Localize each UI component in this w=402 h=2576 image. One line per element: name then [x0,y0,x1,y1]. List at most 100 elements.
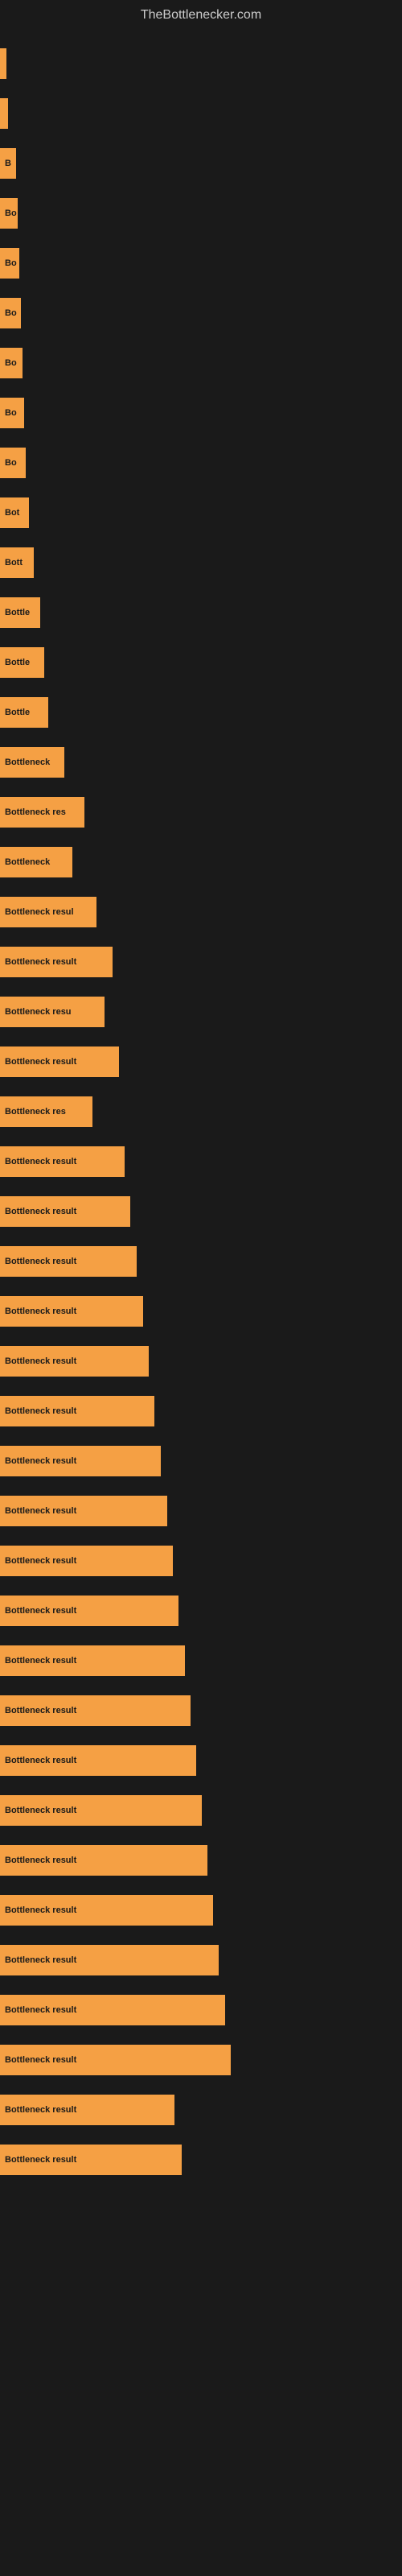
bar-label: Bo [5,308,17,318]
bar: Bottleneck result [0,1346,149,1377]
bar: Bottleneck resu [0,997,105,1027]
bar-label: Bottleneck result [5,2105,76,2115]
bar-row: Bottleneck [0,737,402,787]
bar: Bottleneck result [0,1146,125,1177]
bar-row: Bottleneck result [0,1187,402,1236]
bar-row: Bo [0,288,402,338]
bar-label: Bottleneck result [5,1656,76,1666]
bar-row: Bottleneck result [0,1137,402,1187]
bar [0,98,8,129]
bar: Bottleneck result [0,1046,119,1077]
bar-label: Bottleneck result [5,1856,76,1865]
bar: Bottleneck result [0,1995,225,2025]
bar-label: Bottleneck result [5,1806,76,1815]
bar-row: Bottleneck result [0,1736,402,1785]
bar: Bottleneck result [0,1695,191,1726]
bar: Bo [0,298,21,328]
bar: Bo [0,198,18,229]
bar-label: Bottleneck resu [5,1007,72,1017]
bar-label: Bottleneck result [5,1207,76,1216]
bar-label: Bot [5,508,19,518]
bar: Bottleneck result [0,1396,154,1426]
bar: Bottleneck [0,847,72,877]
bar-label: Bo [5,358,17,368]
header: TheBottlenecker.com [0,0,402,35]
bar-label: Bottleneck [5,758,50,767]
bar-label: Bottleneck result [5,1706,76,1715]
bar-row: Bottleneck result [0,1686,402,1736]
bar-label: Bottle [5,658,30,667]
bar-label: Bottleneck result [5,1556,76,1566]
bar-row: Bottleneck res [0,1087,402,1137]
bar-row: Bottleneck result [0,1286,402,1336]
bar-label: Bottleneck res [5,1107,66,1117]
bar-label: Bottleneck result [5,1955,76,1965]
bar: Bottleneck result [0,1296,143,1327]
bar-label: Bottleneck result [5,2055,76,2065]
bar: Bot [0,497,29,528]
site-title: TheBottlenecker.com [141,8,261,22]
bar: Bottleneck resul [0,897,96,927]
bar-row: Bottle [0,588,402,638]
bar-label: Bottleneck result [5,1606,76,1616]
bar-row: Bottleneck result [0,1935,402,1985]
bar-label: Bottleneck result [5,1307,76,1316]
bar-row: Bottleneck result [0,1835,402,1885]
bar-row: Bottleneck result [0,1985,402,2035]
bar-row: Bottleneck resul [0,887,402,937]
bar-row: Bottleneck result [0,2035,402,2085]
bar-row: Bot [0,488,402,538]
bar: Bottleneck result [0,947,113,977]
bar: Bottleneck result [0,2145,182,2175]
bar: Bottleneck result [0,2095,174,2125]
bar-label: B [5,159,11,168]
bar-row: Bottleneck result [0,1386,402,1436]
bar-row: Bo [0,388,402,438]
bar: Bottleneck result [0,1945,219,1975]
bar-row [0,89,402,138]
bar-row: Bottleneck result [0,1436,402,1486]
bar-row: Bottleneck resu [0,987,402,1037]
bar: Bottleneck res [0,797,84,828]
bar-row: Bottleneck result [0,1885,402,1935]
bar: Bottleneck result [0,2045,231,2075]
bar: Bottleneck result [0,1246,137,1277]
bar-row: Bottleneck result [0,937,402,987]
bar-row: Bo [0,238,402,288]
bar: Bottleneck result [0,1845,207,1876]
bar: Bottleneck result [0,1196,130,1227]
bar-label: Bottleneck result [5,1756,76,1765]
bar-row: Bottleneck result [0,1636,402,1686]
bar-label: Bottleneck result [5,1456,76,1466]
bar-row: B [0,138,402,188]
bar-label: Bottleneck result [5,1356,76,1366]
bar-row: Bo [0,338,402,388]
bar: Bott [0,547,34,578]
bar: Bo [0,248,19,279]
bar-label: Bottleneck result [5,1506,76,1516]
bar: Bottleneck res [0,1096,92,1127]
bar-row: Bottle [0,687,402,737]
bar: Bottle [0,647,44,678]
bar-label: Bottleneck result [5,957,76,967]
bar [0,48,6,79]
bar-label: Bottleneck resul [5,907,74,917]
bar-label: Bottleneck result [5,1406,76,1416]
bar-row: Bottleneck res [0,787,402,837]
bar-label: Bottleneck res [5,807,66,817]
bar-row: Bo [0,438,402,488]
bar-row: Bottleneck result [0,1785,402,1835]
bar: Bottle [0,697,48,728]
bar-row: Bott [0,538,402,588]
bar-label: Bo [5,208,17,218]
bar-row: Bottleneck result [0,2085,402,2135]
bar-label: Bottleneck [5,857,50,867]
bar-row: Bottleneck result [0,2135,402,2185]
bar-row: Bottleneck [0,837,402,887]
bar-label: Bottleneck result [5,2155,76,2165]
bar-row: Bottleneck result [0,1336,402,1386]
bar-label: Bo [5,458,17,468]
bar: Bo [0,398,24,428]
bar: Bo [0,448,26,478]
bar-label: Bottle [5,608,30,617]
